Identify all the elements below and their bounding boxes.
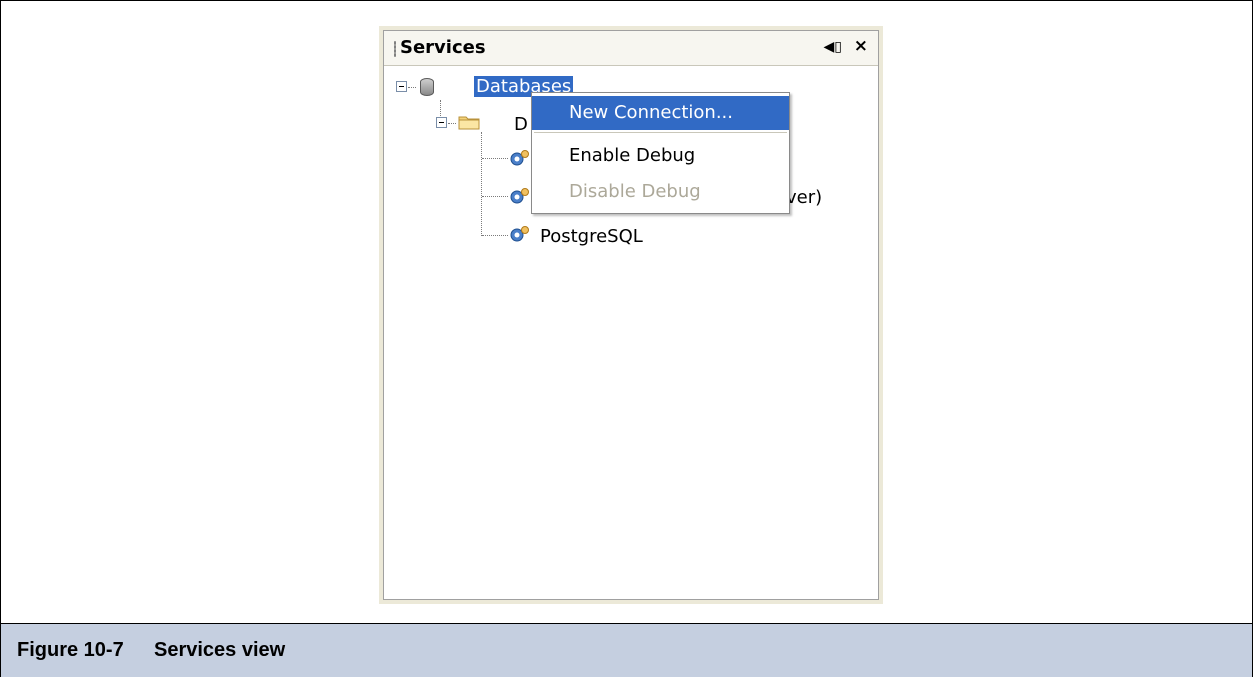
minimize-icon[interactable]: ◀▯ <box>824 39 842 55</box>
tree-connector <box>482 196 508 198</box>
menu-separator <box>534 132 787 133</box>
driver-gear-icon <box>510 226 529 242</box>
context-menu: New Connection... Enable Debug Disable D… <box>531 92 790 214</box>
menu-item-new-connection[interactable]: New Connection... <box>532 96 789 130</box>
drag-grip-icon[interactable] <box>394 41 396 57</box>
database-icon <box>420 78 434 96</box>
figure-caption: Figure 10-7 Services view <box>1 623 1252 677</box>
tree-node-drivers[interactable]: D <box>514 114 528 135</box>
menu-item-disable-debug[interactable]: Disable Debug <box>532 175 789 209</box>
panel-title: Services <box>400 37 486 58</box>
tree-connector <box>482 158 508 160</box>
tree-connector <box>408 87 416 89</box>
collapse-databases-toggle[interactable] <box>396 81 407 92</box>
tree-connector <box>481 132 483 236</box>
collapse-drivers-toggle[interactable] <box>436 117 447 128</box>
tree-connector <box>482 235 508 237</box>
figure-title: Services view <box>154 639 286 661</box>
panel-titlebar[interactable]: Services ◀▯ × <box>384 31 878 66</box>
tree-connector <box>440 100 442 116</box>
close-icon[interactable]: × <box>854 36 868 56</box>
folder-icon <box>458 116 480 130</box>
figure-number: Figure 10-7 <box>17 639 124 661</box>
tree-node-postgresql[interactable]: PostgreSQL <box>540 226 643 247</box>
tree-node-driver-partial[interactable]: ver) <box>786 187 822 208</box>
driver-gear-icon <box>510 188 529 204</box>
tree-connector <box>448 123 456 125</box>
menu-item-enable-debug[interactable]: Enable Debug <box>532 139 789 173</box>
driver-gear-icon <box>510 150 529 166</box>
